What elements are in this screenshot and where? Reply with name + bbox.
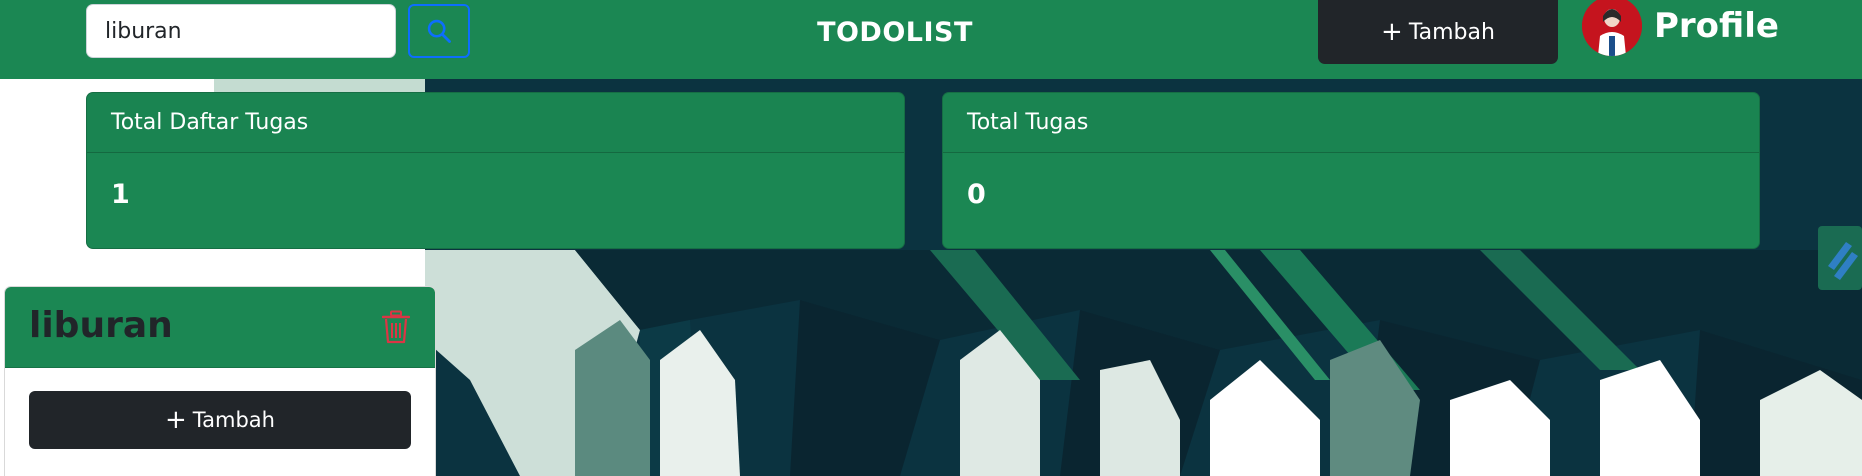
avatar [1582,0,1642,56]
app-title: TODOLIST [817,16,973,48]
stat-value: 1 [111,179,130,210]
top-navbar: TODOLIST + Tambah Profile [0,0,1862,79]
delete-list-button[interactable] [379,307,413,347]
add-list-button[interactable]: + Tambah [1318,0,1558,64]
stat-label: Total Daftar Tugas [87,93,904,153]
stat-card-total-lists: Total Daftar Tugas 1 [86,92,905,249]
plus-icon: + [1381,17,1403,47]
stat-value: 0 [967,179,986,210]
side-logo-icon [1818,226,1862,290]
todo-list-card: liburan + Tambah [4,286,436,476]
trash-icon [382,310,410,344]
search-icon [427,19,451,43]
add-list-label: Tambah [1408,19,1495,45]
search-input[interactable] [86,4,396,58]
add-task-button[interactable]: + Tambah [29,391,411,449]
plus-icon: + [165,405,187,435]
list-header: liburan [5,287,435,368]
stat-card-total-tasks: Total Tugas 0 [942,92,1760,249]
search-button[interactable] [408,4,470,58]
add-task-label: Tambah [192,408,275,432]
profile-label: Profile [1654,6,1779,46]
list-title: liburan [29,304,173,346]
stat-label: Total Tugas [943,93,1759,153]
profile-link[interactable]: Profile [1582,0,1779,56]
